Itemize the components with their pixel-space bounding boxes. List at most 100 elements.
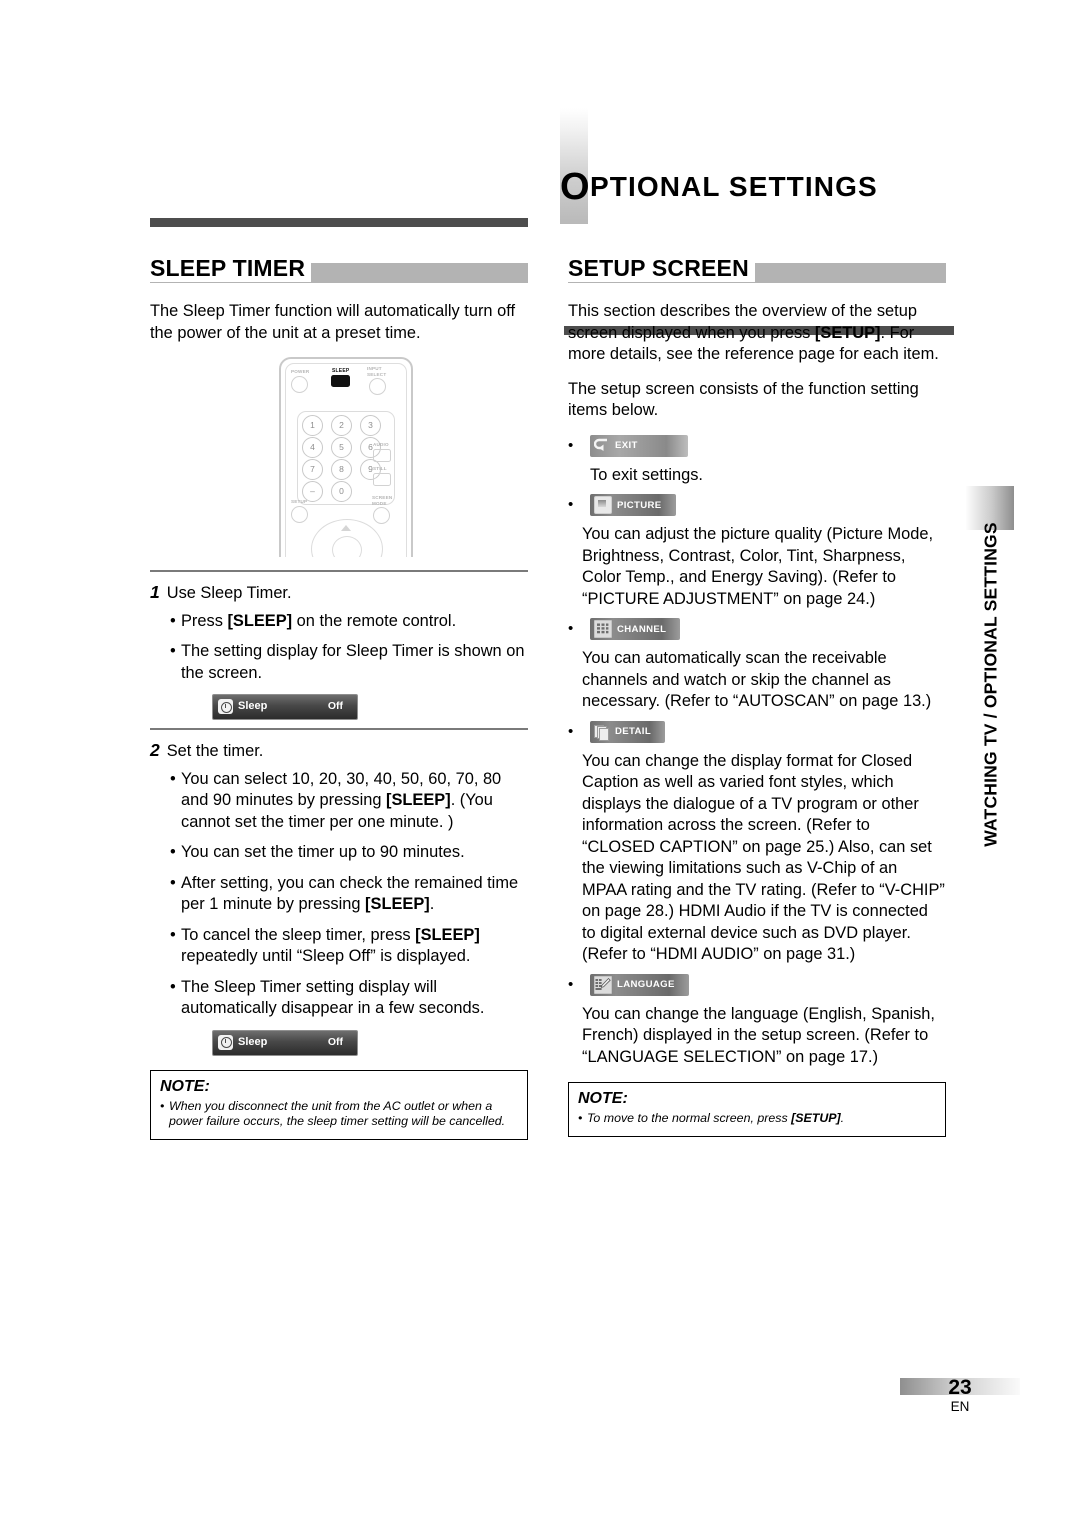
- list-item: The setting display for Sleep Timer is s…: [170, 641, 528, 684]
- page-footer: 23 EN: [900, 1376, 1020, 1414]
- osd-label: Sleep: [238, 700, 268, 712]
- remote-key-4: 4: [302, 437, 323, 458]
- remote-key-8: 8: [331, 459, 352, 480]
- list-item: After setting, you can check the remaine…: [170, 873, 528, 916]
- sleep-osd-banner-1: Sleep Off: [212, 694, 358, 720]
- step-2-bullets: You can select 10, 20, 30, 40, 50, 60, 7…: [150, 769, 528, 1020]
- remote-label-still: STILL: [373, 466, 387, 471]
- badge-label: DETAIL: [615, 726, 652, 737]
- page-language-code: EN: [950, 1399, 970, 1414]
- remote-keypad: [297, 411, 395, 505]
- remote-power-button: [291, 376, 308, 393]
- section-title: SETUP SCREEN: [568, 255, 755, 282]
- sleep-osd-banner-2: Sleep Off: [212, 1029, 358, 1056]
- menu-item-channel: • CHANNEL You can automatically scan the…: [568, 618, 946, 713]
- remote-label-input: INPUT: [367, 366, 382, 371]
- step-1-bullets: Press [SLEEP] on the remote control. The…: [150, 611, 528, 685]
- remote-still-button: [373, 473, 391, 486]
- remote-up-arrow-icon: [341, 525, 351, 531]
- setup-paragraph-2: The setup screen consists of the functio…: [568, 379, 919, 420]
- list-item: Press [SLEEP] on the remote control.: [170, 611, 528, 633]
- clock-icon: [218, 699, 233, 714]
- remote-input-select-button: [369, 378, 386, 395]
- remote-key-5: 5: [331, 437, 352, 458]
- list-item: The Sleep Timer setting display will aut…: [170, 977, 528, 1020]
- step-divider-1: [150, 570, 528, 572]
- step-number: 1: [150, 582, 160, 602]
- section-header-sleep-timer: SLEEP TIMER: [150, 255, 528, 283]
- remote-key-2: 2: [331, 415, 352, 436]
- osd-value: Off: [327, 1035, 343, 1048]
- list-item: You can set the timer up to 90 minutes.: [170, 842, 528, 864]
- detail-badge[interactable]: DETAIL: [590, 720, 666, 743]
- remote-key-6: 6: [360, 437, 381, 458]
- remote-setup-button: [291, 506, 308, 523]
- remote-label-audio: AUDIO: [373, 442, 389, 447]
- list-item: To cancel the sleep timer, press [SLEEP]…: [170, 925, 528, 968]
- osd-value: Off: [327, 700, 343, 712]
- note-title: NOTE:: [578, 1090, 628, 1107]
- menu-item-picture: • PICTURE You can adjust the picture qua…: [568, 494, 946, 610]
- menu-item-text: To exit settings.: [590, 465, 703, 484]
- grid-pencil-icon: [594, 975, 612, 994]
- step-title: Set the timer.: [166, 742, 264, 760]
- page-number: 23: [948, 1376, 972, 1399]
- section-header-setup-screen: SETUP SCREEN: [568, 255, 946, 283]
- list-item: You can select 10, 20, 30, 40, 50, 60, 7…: [170, 769, 528, 834]
- section-title: SLEEP TIMER: [150, 255, 312, 282]
- note-item: To move to the normal screen, press [SET…: [578, 1111, 936, 1127]
- remote-directional-pad: [311, 519, 383, 557]
- remote-label-mode: MODE: [372, 501, 387, 506]
- remote-key-dash: –: [302, 481, 323, 502]
- picture-icon: [594, 496, 612, 514]
- remote-key-1: 1: [302, 415, 323, 436]
- remote-control-illustration: POWER SLEEP INPUT SELECT 1 2 3 4 5 6 7 8…: [150, 357, 528, 562]
- remote-label-sleep: SLEEP: [332, 368, 350, 374]
- bullet-marker: •: [568, 620, 574, 637]
- exit-badge[interactable]: EXIT: [590, 434, 688, 457]
- menu-item-exit: • EXIT To exit settings.: [568, 434, 946, 487]
- chapter-rule-left: [150, 218, 528, 227]
- stacked-pages-icon: [594, 724, 610, 741]
- badge-label: LANGUAGE: [617, 979, 675, 990]
- remote-label-select: SELECT: [367, 372, 387, 377]
- menu-item-text: You can adjust the picture quality (Pict…: [582, 525, 934, 608]
- remote-label-power: POWER: [291, 369, 310, 374]
- setup-paragraph-1: This section describes the overview of t…: [568, 302, 939, 363]
- menu-item-text: You can automatically scan the receivabl…: [582, 649, 932, 710]
- remote-key-9: 9: [360, 459, 381, 480]
- menu-item-detail: • DETAIL You can change the display form…: [568, 720, 946, 966]
- bullet-marker: •: [568, 436, 574, 454]
- left-column: SLEEP TIMER The Sleep Timer function wil…: [150, 255, 528, 1140]
- badge-label: EXIT: [615, 440, 638, 451]
- osd-label: Sleep: [238, 1035, 268, 1048]
- clock-icon: [218, 1034, 233, 1050]
- sleep-timer-intro: The Sleep Timer function will automatica…: [150, 302, 516, 342]
- picture-badge[interactable]: PICTURE: [590, 494, 676, 516]
- remote-label-setup: SETUP: [291, 499, 308, 504]
- note-item: When you disconnect the unit from the AC…: [160, 1099, 518, 1130]
- return-arrow-icon: [593, 438, 610, 454]
- bullet-marker: •: [568, 975, 574, 993]
- remote-key-0: 0: [331, 481, 352, 502]
- remote-screen-mode-button: [373, 507, 390, 524]
- note-title: NOTE:: [160, 1077, 210, 1095]
- menu-item-text: You can change the language (English, Sp…: [582, 1004, 935, 1066]
- step-1: 1 Use Sleep Timer.: [150, 582, 528, 605]
- remote-audio-button: [373, 449, 391, 462]
- step-title: Use Sleep Timer.: [166, 584, 292, 602]
- language-badge[interactable]: LANGUAGE: [590, 973, 689, 996]
- bullet-marker: •: [568, 496, 574, 513]
- remote-sleep-button: [331, 375, 350, 387]
- step-number: 2: [150, 740, 160, 760]
- channel-badge[interactable]: CHANNEL: [590, 618, 681, 640]
- right-column: SETUP SCREEN This section describes the …: [568, 255, 946, 1137]
- side-tab: WATCHING TV / OPTIONAL SETTINGS: [966, 486, 1014, 898]
- note-box-left: NOTE: When you disconnect the unit from …: [150, 1069, 528, 1140]
- keypad-grid-icon: [594, 620, 612, 638]
- step-2: 2 Set the timer.: [150, 740, 528, 763]
- remote-key-3: 3: [360, 415, 381, 436]
- badge-label: PICTURE: [617, 499, 662, 511]
- menu-item-text: You can change the display format for Cl…: [582, 751, 945, 964]
- remote-key-7: 7: [302, 459, 323, 480]
